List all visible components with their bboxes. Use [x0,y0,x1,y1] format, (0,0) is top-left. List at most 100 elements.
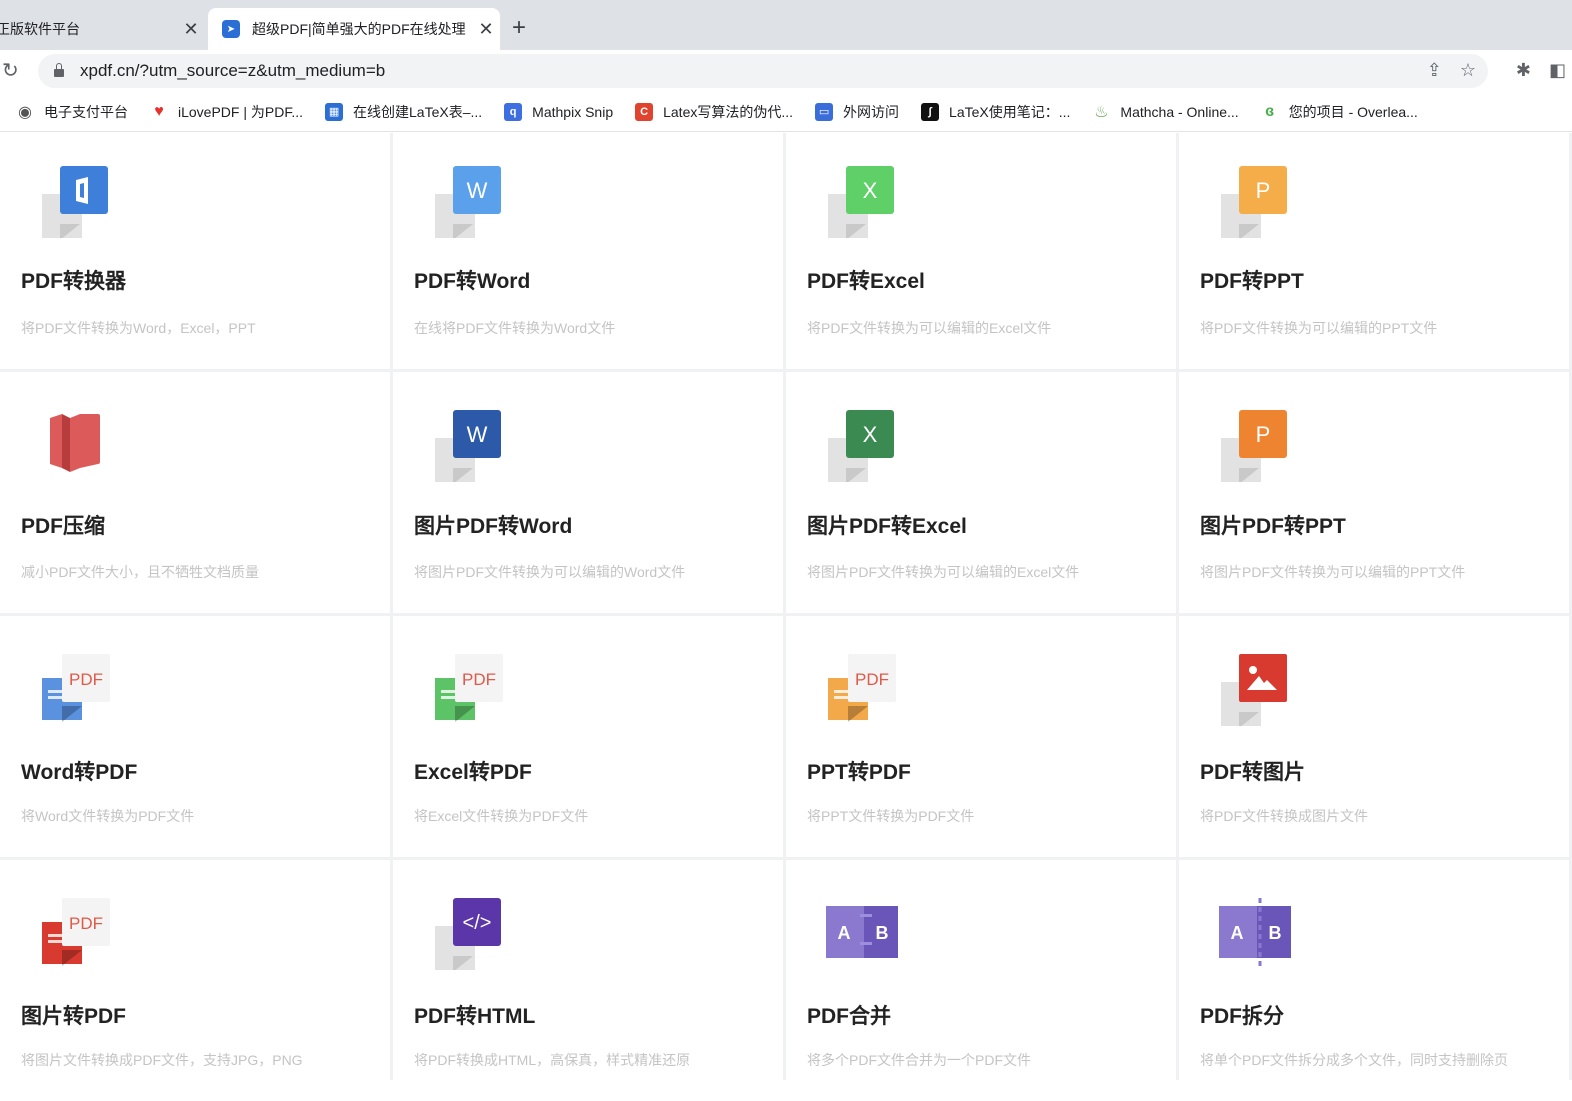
merge-icon: AB [826,898,900,970]
icon-letter: PDF [855,670,889,689]
tool-card[interactable]: A B PDF拆分 将单个PDF文件拆分成多个文件，同时支持删除页 [1179,860,1569,1101]
tool-title: PPT转PDF [807,761,911,784]
tool-card[interactable]: PDF压缩减小PDF文件大小，且不牺牲文档质量 [0,372,390,613]
tool-title: PDF压缩 [21,515,105,538]
bookmark-label: 在线创建LaTeX表–... [353,103,483,120]
tool-title: PDF转换器 [21,270,126,293]
bookmark-label: Latex写算法的伪代... [663,103,794,120]
pdf-doc-icon: PDF [826,654,898,726]
tab-strip: 正版软件平台 ✕ ➤ 超级PDF|简单强大的PDF在线处理 ✕ + [0,0,1572,50]
reload-icon[interactable]: ↻ [2,58,19,83]
bookmark-item[interactable]: ♥ iLovePDF | 为PDF... [150,102,303,122]
tool-card[interactable]: X 图片PDF转Excel 将图片PDF文件转换为可以编辑的Excel文件 [786,372,1176,613]
integral-icon: ∫ [921,102,940,121]
tool-card[interactable]: P 图片PDF转PPT 将图片PDF文件转换为可以编辑的PPT文件 [1179,372,1569,613]
tool-description: 减小PDF文件大小，且不牺牲文档质量 [21,564,259,580]
bookmark-item[interactable]: ɞ 您的项目 - Overlea... [1261,102,1418,122]
code-icon: </> [433,898,505,972]
bookmark-item[interactable]: ♨ Mathcha - Online... [1092,103,1238,121]
pdf-doc-icon: PDF [40,898,112,970]
close-icon[interactable]: ✕ [177,19,205,40]
share-icon[interactable]: ⇪ [1427,60,1442,81]
tool-card[interactable]: PDF 图片转PDF 将图片文件转换成PDF文件，支持JPG，PNG [0,860,390,1101]
tool-title: PDF转PPT [1200,270,1304,293]
bookmark-label: iLovePDF | 为PDF... [178,103,304,120]
bookmark-label: Mathpix Snip [532,103,614,120]
tool-title: 图片PDF转PPT [1200,515,1346,538]
tool-title: 图片PDF转Word [414,515,573,538]
tool-description: 将图片文件转换成PDF文件，支持JPG，PNG [21,1052,303,1068]
url-text[interactable]: xpdf.cn/?utm_source=z&utm_medium=b [80,61,385,81]
icon-letter: B [1269,923,1282,943]
tool-title: PDF拆分 [1200,1005,1284,1028]
icon-letter: W [467,178,488,203]
image-icon [1219,654,1291,728]
tool-description: 将图片PDF文件转换为可以编辑的Excel文件 [807,564,1080,580]
bookmark-item[interactable]: ◉ 电子支付平台 [16,102,128,122]
bookmark-item[interactable]: q Mathpix Snip [504,102,614,121]
csdn-icon: C [635,102,654,121]
pdf-doc-icon: PDF [433,654,505,726]
tool-card[interactable]: PDF转换器 将PDF文件转换为Word，Excel，PPT [0,133,390,369]
tool-grid: PDF转换器 将PDF文件转换为Word，Excel，PPT W PDF转Word 在线… [0,133,1572,1101]
icon-letter: A [838,923,851,943]
bookmark-label: LaTeX使用笔记：... [949,103,1071,120]
tab-software-platform[interactable]: 正版软件平台 ✕ [0,8,205,50]
bookmark-item[interactable]: ▭ 外网访问 [815,102,899,122]
tool-title: Excel转PDF [414,761,532,784]
heart-icon: ♥ [154,102,164,120]
ppt-icon: P [1219,166,1291,240]
tool-card[interactable]: A B PDF合并 将多个PDF文件合并为一个PDF文件 [786,860,1176,1101]
side-panel-icon[interactable]: ◧ [1549,60,1566,81]
tool-description: 将PDF文件转换成图片文件 [1200,808,1368,824]
close-icon[interactable]: ✕ [472,19,500,40]
tab-xpdf[interactable]: ➤ 超级PDF|简单强大的PDF在线处理 ✕ [208,8,500,50]
bookmark-item[interactable]: ∫ LaTeX使用笔记：... [921,102,1070,122]
tool-card[interactable]: W 图片PDF转Word 将图片PDF文件转换为可以编辑的Word文件 [393,372,783,613]
tab-title: 正版软件平台 [0,21,80,37]
icon-letter: PDF [69,914,103,933]
browser-toolbar: ↻ xpdf.cn/?utm_source=z&utm_medium=b ⇪ ☆… [0,50,1572,92]
new-tab-button[interactable]: + [512,14,526,42]
word-icon: W [433,166,505,240]
bookmark-star-icon[interactable]: ☆ [1460,60,1476,81]
tool-card[interactable]: W PDF转Word 在线将PDF文件转换为Word文件 [393,133,783,369]
address-bar[interactable]: xpdf.cn/?utm_source=z&utm_medium=b ⇪ ☆ [38,54,1488,88]
icon-letter: P [1256,178,1271,203]
bookmark-label: 电子支付平台 [44,103,128,120]
tool-description: 将Excel文件转换为PDF文件 [414,808,589,824]
tool-title: PDF合并 [807,1005,891,1028]
bookmark-item[interactable]: C Latex写算法的伪代... [635,102,793,122]
bookmark-item[interactable]: ▦ 在线创建LaTeX表–... [325,102,482,122]
tool-description: 将PDF文件转换为可以编辑的Excel文件 [807,320,1052,336]
split-icon: AB [1219,898,1293,970]
word-icon: W [433,410,505,484]
extensions-icon[interactable]: ✱ [1516,60,1531,81]
tool-description: 将PPT文件转换为PDF文件 [807,808,975,824]
bookmarks-bar: ◉ 电子支付平台 ♥ iLovePDF | 为PDF... ▦ 在线创建LaTeX表–..… [0,92,1572,132]
bookmark-label: 外网访问 [843,103,900,120]
tool-card[interactable]: PDF Excel转PDF 将Excel文件转换为PDF文件 [393,616,783,857]
tool-card[interactable]: PDF PPT转PDF 将PPT文件转换为PDF文件 [786,616,1176,857]
tool-description: 将图片PDF文件转换为可以编辑的PPT文件 [1200,564,1466,580]
icon-letter: PDF [462,670,496,689]
compress-icon [40,410,112,482]
icon-letter: </> [463,912,492,934]
lock-icon [54,63,64,77]
tool-card[interactable]: X PDF转Excel 将PDF文件转换为可以编辑的Excel文件 [786,133,1176,369]
tool-card[interactable]: </> PDF转HTML 将PDF转换成HTML，高保真，样式精准还原 [393,860,783,1101]
tool-title: PDF转图片 [1200,761,1305,784]
icon-letter: P [1256,422,1271,447]
tool-card[interactable]: PDF转图片将PDF文件转换成图片文件 [1179,616,1569,857]
excel-icon: X [826,410,898,484]
globe-icon: ◉ [18,103,32,121]
tool-description: 在线将PDF文件转换为Word文件 [414,320,616,336]
tool-title: 图片转PDF [21,1005,126,1028]
tool-card[interactable]: P PDF转PPT 将PDF文件转换为可以编辑的PPT文件 [1179,133,1569,369]
tool-card[interactable]: PDF Word转PDF 将Word文件转换为PDF文件 [0,616,390,857]
xpdf-favicon-icon: ➤ [222,20,240,38]
mathpix-icon: q [504,102,523,121]
pdf-doc-icon: PDF [40,654,112,726]
tool-description: 将PDF转换成HTML，高保真，样式精准还原 [414,1052,691,1068]
icon-letter: PDF [69,670,103,689]
